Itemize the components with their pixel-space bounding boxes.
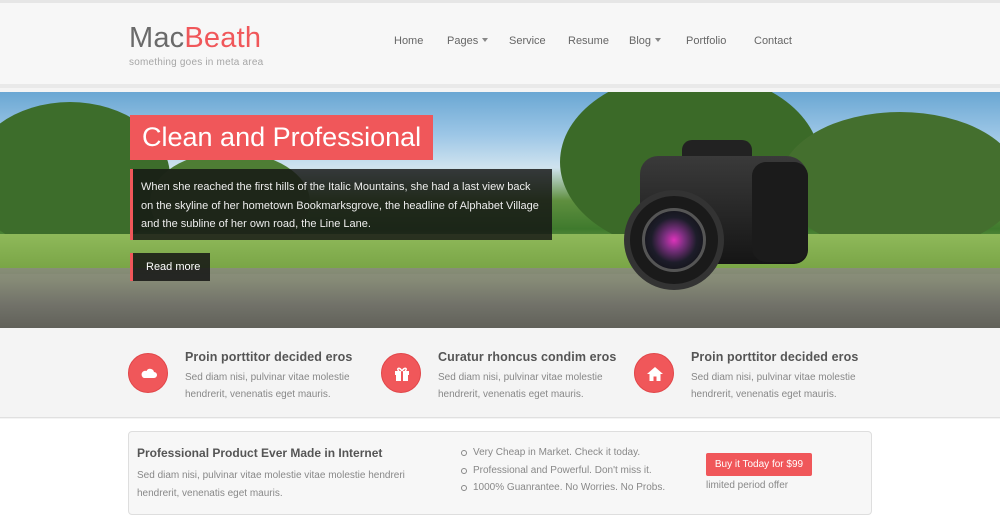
buy-button[interactable]: Buy it Today for $99 bbox=[706, 453, 812, 476]
promo-feature-list: Very Cheap in Market. Check it today. Pr… bbox=[461, 444, 665, 497]
feature-icon-circle bbox=[634, 353, 674, 393]
promo-box: Professional Product Ever Made in Intern… bbox=[128, 431, 872, 515]
camera-image bbox=[622, 132, 812, 292]
nav-home[interactable]: Home bbox=[394, 33, 423, 49]
home-icon bbox=[647, 367, 663, 381]
site-header: MacBeath something goes in meta area Hom… bbox=[0, 3, 1000, 88]
feature-item: Curatur rhoncus condim eros Sed diam nis… bbox=[381, 350, 621, 410]
feature-item: Proin porttitor decided eros Sed diam ni… bbox=[634, 350, 874, 410]
gift-icon bbox=[395, 367, 409, 381]
feature-title: Proin porttitor decided eros bbox=[691, 350, 859, 364]
tree bbox=[780, 112, 1000, 252]
chevron-down-icon bbox=[482, 38, 489, 42]
offer-text: limited period offer bbox=[706, 480, 789, 491]
cloud-icon bbox=[141, 368, 157, 378]
feature-desc: Sed diam nisi, pulvinar vitae molestie h… bbox=[438, 372, 603, 400]
feature-item: Proin porttitor decided eros Sed diam ni… bbox=[128, 350, 368, 410]
camera-grip bbox=[752, 162, 808, 262]
promo-section: Professional Product Ever Made in Intern… bbox=[0, 419, 1000, 532]
feature-desc: Sed diam nisi, pulvinar vitae molestie h… bbox=[185, 372, 350, 400]
hero-slider: Clean and Professional When she reached … bbox=[0, 92, 1000, 328]
feature-icon-circle bbox=[128, 353, 168, 393]
nav-blog[interactable]: Blog bbox=[629, 33, 662, 49]
feature-desc: Sed diam nisi, pulvinar vitae molestie h… bbox=[691, 372, 856, 400]
features-row: Proin porttitor decided eros Sed diam ni… bbox=[0, 328, 1000, 418]
read-more-button[interactable]: Read more bbox=[130, 253, 210, 281]
camera-lens-glass bbox=[642, 208, 706, 272]
chevron-down-icon bbox=[655, 38, 662, 42]
feature-title: Proin porttitor decided eros bbox=[185, 350, 353, 364]
nav-pages-label: Pages bbox=[447, 35, 479, 47]
main-nav: Home Pages Service Resume Blog Portfolio… bbox=[0, 33, 1000, 49]
promo-title: Professional Product Ever Made in Intern… bbox=[137, 446, 383, 460]
nav-contact[interactable]: Contact bbox=[754, 33, 792, 49]
feature-title: Curatur rhoncus condim eros bbox=[438, 350, 617, 364]
list-item: 1000% Guanrantee. No Worries. No Probs. bbox=[461, 479, 665, 497]
tagline: something goes in meta area bbox=[129, 57, 264, 68]
nav-blog-label: Blog bbox=[629, 35, 652, 47]
nav-service[interactable]: Service bbox=[509, 33, 546, 49]
hero-text: When she reached the first hills of the … bbox=[130, 169, 552, 240]
feature-icon-circle bbox=[381, 353, 421, 393]
nav-pages[interactable]: Pages bbox=[447, 33, 489, 49]
list-item: Very Cheap in Market. Check it today. bbox=[461, 444, 665, 462]
nav-resume[interactable]: Resume bbox=[568, 33, 609, 49]
list-item: Professional and Powerful. Don't miss it… bbox=[461, 462, 665, 480]
hero-title: Clean and Professional bbox=[130, 115, 434, 160]
nav-portfolio[interactable]: Portfolio bbox=[686, 33, 726, 49]
promo-desc: Sed diam nisi, pulvinar vitae molestie v… bbox=[137, 470, 405, 499]
